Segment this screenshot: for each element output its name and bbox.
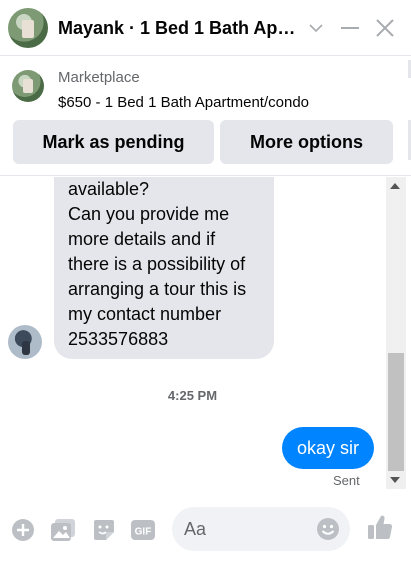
listing-thumbnail[interactable]	[12, 70, 44, 102]
listing-title[interactable]: $650 - 1 Bed 1 Bath Apartment/condo	[58, 94, 309, 111]
message-composer: GIF	[0, 497, 411, 564]
more-options-button[interactable]: More options	[220, 120, 393, 164]
chevron-down-icon[interactable]	[302, 14, 330, 42]
gif-icon-label: GIF	[135, 527, 152, 538]
message-status: Sent	[333, 473, 360, 488]
incoming-message-text: available? Can you provide me more detai…	[68, 179, 247, 349]
marketplace-card: Marketplace $650 - 1 Bed 1 Bath Apartmen…	[0, 56, 411, 176]
incoming-message-bubble[interactable]: available? Can you provide me more detai…	[54, 177, 274, 359]
close-icon[interactable]	[371, 14, 399, 42]
chat-header: Mayank · 1 Bed 1 Bath Apa...	[0, 0, 411, 56]
scrollbar[interactable]	[386, 177, 406, 489]
scrollbar-thumb[interactable]	[388, 353, 404, 471]
scroll-down-arrow-icon[interactable]	[390, 477, 400, 483]
gif-icon[interactable]: GIF	[130, 517, 156, 543]
plus-icon[interactable]	[10, 517, 36, 543]
message-list[interactable]: available? Can you provide me more detai…	[0, 177, 411, 497]
outgoing-message-text: okay sir	[296, 437, 359, 458]
sticker-icon[interactable]	[91, 517, 117, 543]
thumbs-up-icon[interactable]	[366, 513, 394, 541]
message-timestamp: 4:25 PM	[167, 388, 218, 403]
minimize-icon[interactable]	[336, 14, 364, 42]
mark-as-pending-button[interactable]: Mark as pending	[13, 120, 214, 164]
emoji-icon[interactable]	[316, 517, 340, 541]
chat-title[interactable]: Mayank · 1 Bed 1 Bath Apa...	[58, 18, 298, 39]
marketplace-label: Marketplace	[58, 69, 140, 86]
photo-icon[interactable]	[50, 517, 76, 543]
contact-avatar[interactable]	[8, 8, 48, 48]
scroll-up-arrow-icon[interactable]	[390, 183, 400, 189]
outgoing-message-bubble[interactable]: okay sir	[282, 427, 374, 469]
sender-avatar[interactable]	[8, 325, 42, 359]
